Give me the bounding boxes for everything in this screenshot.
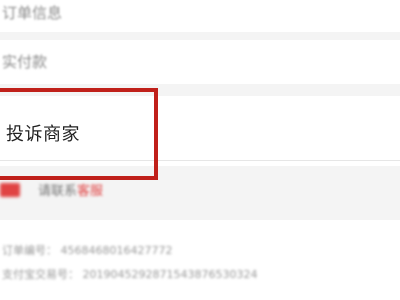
- hint-text-highlight: 客服: [77, 184, 104, 199]
- highlight-annotation-box: [0, 88, 158, 180]
- order-info-row: 订单信息: [0, 0, 400, 32]
- order-number-line: 订单编号： 4568468016427772: [2, 244, 173, 257]
- hint-accent-mark: [0, 183, 20, 197]
- order-details-block: 订单编号： 4568468016427772 支付宝交易号： 201904529…: [0, 220, 400, 300]
- hint-text-main: 请联系: [38, 184, 78, 199]
- paid-amount-label: 实付款: [2, 53, 48, 71]
- contact-hint-row: 请联系客服: [0, 176, 400, 206]
- contact-hint-text: 请联系客服: [38, 180, 103, 199]
- alipay-trade-number-line: 支付宝交易号： 2019045292871543876530324: [2, 268, 258, 281]
- order-info-label: 订单信息: [2, 4, 63, 22]
- paid-amount-row: 实付款: [0, 40, 400, 84]
